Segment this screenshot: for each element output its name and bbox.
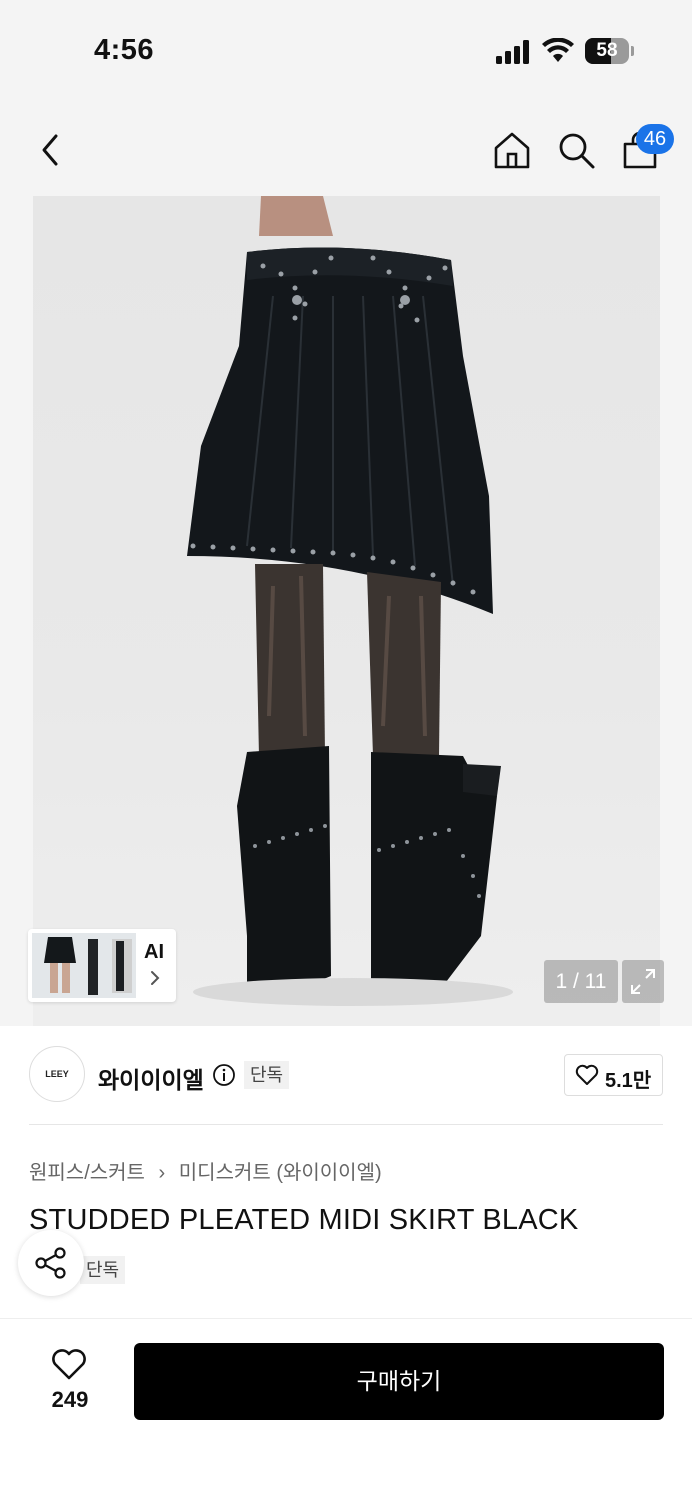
chevron-left-icon[interactable]	[34, 130, 66, 170]
status-bar: 4:56 58	[0, 0, 692, 100]
status-time: 4:56	[94, 34, 155, 66]
breadcrumb-category[interactable]: 원피스/스커트	[29, 1162, 145, 1184]
product-image-gallery[interactable]: AI 1 / 11	[0, 196, 692, 1026]
battery-indicator: 58	[585, 38, 629, 64]
wishlist-count: 249	[51, 1387, 89, 1412]
battery-tip	[631, 46, 634, 56]
battery-level: 58	[596, 40, 618, 61]
product-photo-illustration	[187, 196, 513, 1006]
info-icon[interactable]	[212, 1063, 236, 1087]
brand-row: LEEY 와이이이엘 단독 5.1만	[0, 1026, 692, 1126]
home-icon[interactable]	[492, 130, 532, 170]
breadcrumb: 원피스/스커트 › 미디스커트 (와이이이엘)	[29, 1156, 382, 1185]
image-page-indicator: 1 / 11	[544, 960, 618, 1003]
chevron-right-icon: ›	[158, 1162, 166, 1184]
search-icon[interactable]	[556, 130, 596, 170]
share-icon	[35, 1247, 66, 1279]
brand-logo[interactable]: LEEY	[29, 1046, 85, 1102]
chevron-right-icon	[151, 971, 160, 985]
ai-thumbnail-image	[32, 933, 136, 998]
share-button[interactable]	[18, 1230, 84, 1296]
brand-name[interactable]: 와이이이엘	[98, 1061, 204, 1095]
product-exclusive-tag: 단독	[80, 1256, 126, 1284]
expand-icon[interactable]	[622, 960, 664, 1003]
product-photo[interactable]	[33, 196, 660, 1026]
product-title: STUDDED PLEATED MIDI SKIRT BLACK	[29, 1204, 579, 1236]
brand-like-count: 5.1만	[605, 1070, 652, 1092]
cart-count-badge: 46	[636, 124, 674, 154]
brand-like-button[interactable]: 5.1만	[564, 1054, 663, 1096]
breadcrumb-subcategory[interactable]: 미디스커트 (와이이이엘)	[179, 1162, 382, 1184]
cellular-signal-icon	[496, 40, 532, 64]
heart-outline-icon	[52, 1349, 86, 1380]
section-divider	[29, 1124, 663, 1125]
wishlist-button[interactable]: 249	[30, 1345, 110, 1425]
buy-button[interactable]: 구매하기	[134, 1343, 664, 1420]
top-nav-bar	[0, 100, 692, 196]
exclusive-badge: 단독	[244, 1061, 290, 1089]
ai-similar-items-card[interactable]: AI	[28, 929, 176, 1002]
ai-label: AI	[144, 941, 164, 963]
heart-outline-icon	[575, 1064, 599, 1085]
wifi-icon	[542, 38, 574, 62]
bottom-action-bar: 249 구매하기	[0, 1318, 692, 1501]
